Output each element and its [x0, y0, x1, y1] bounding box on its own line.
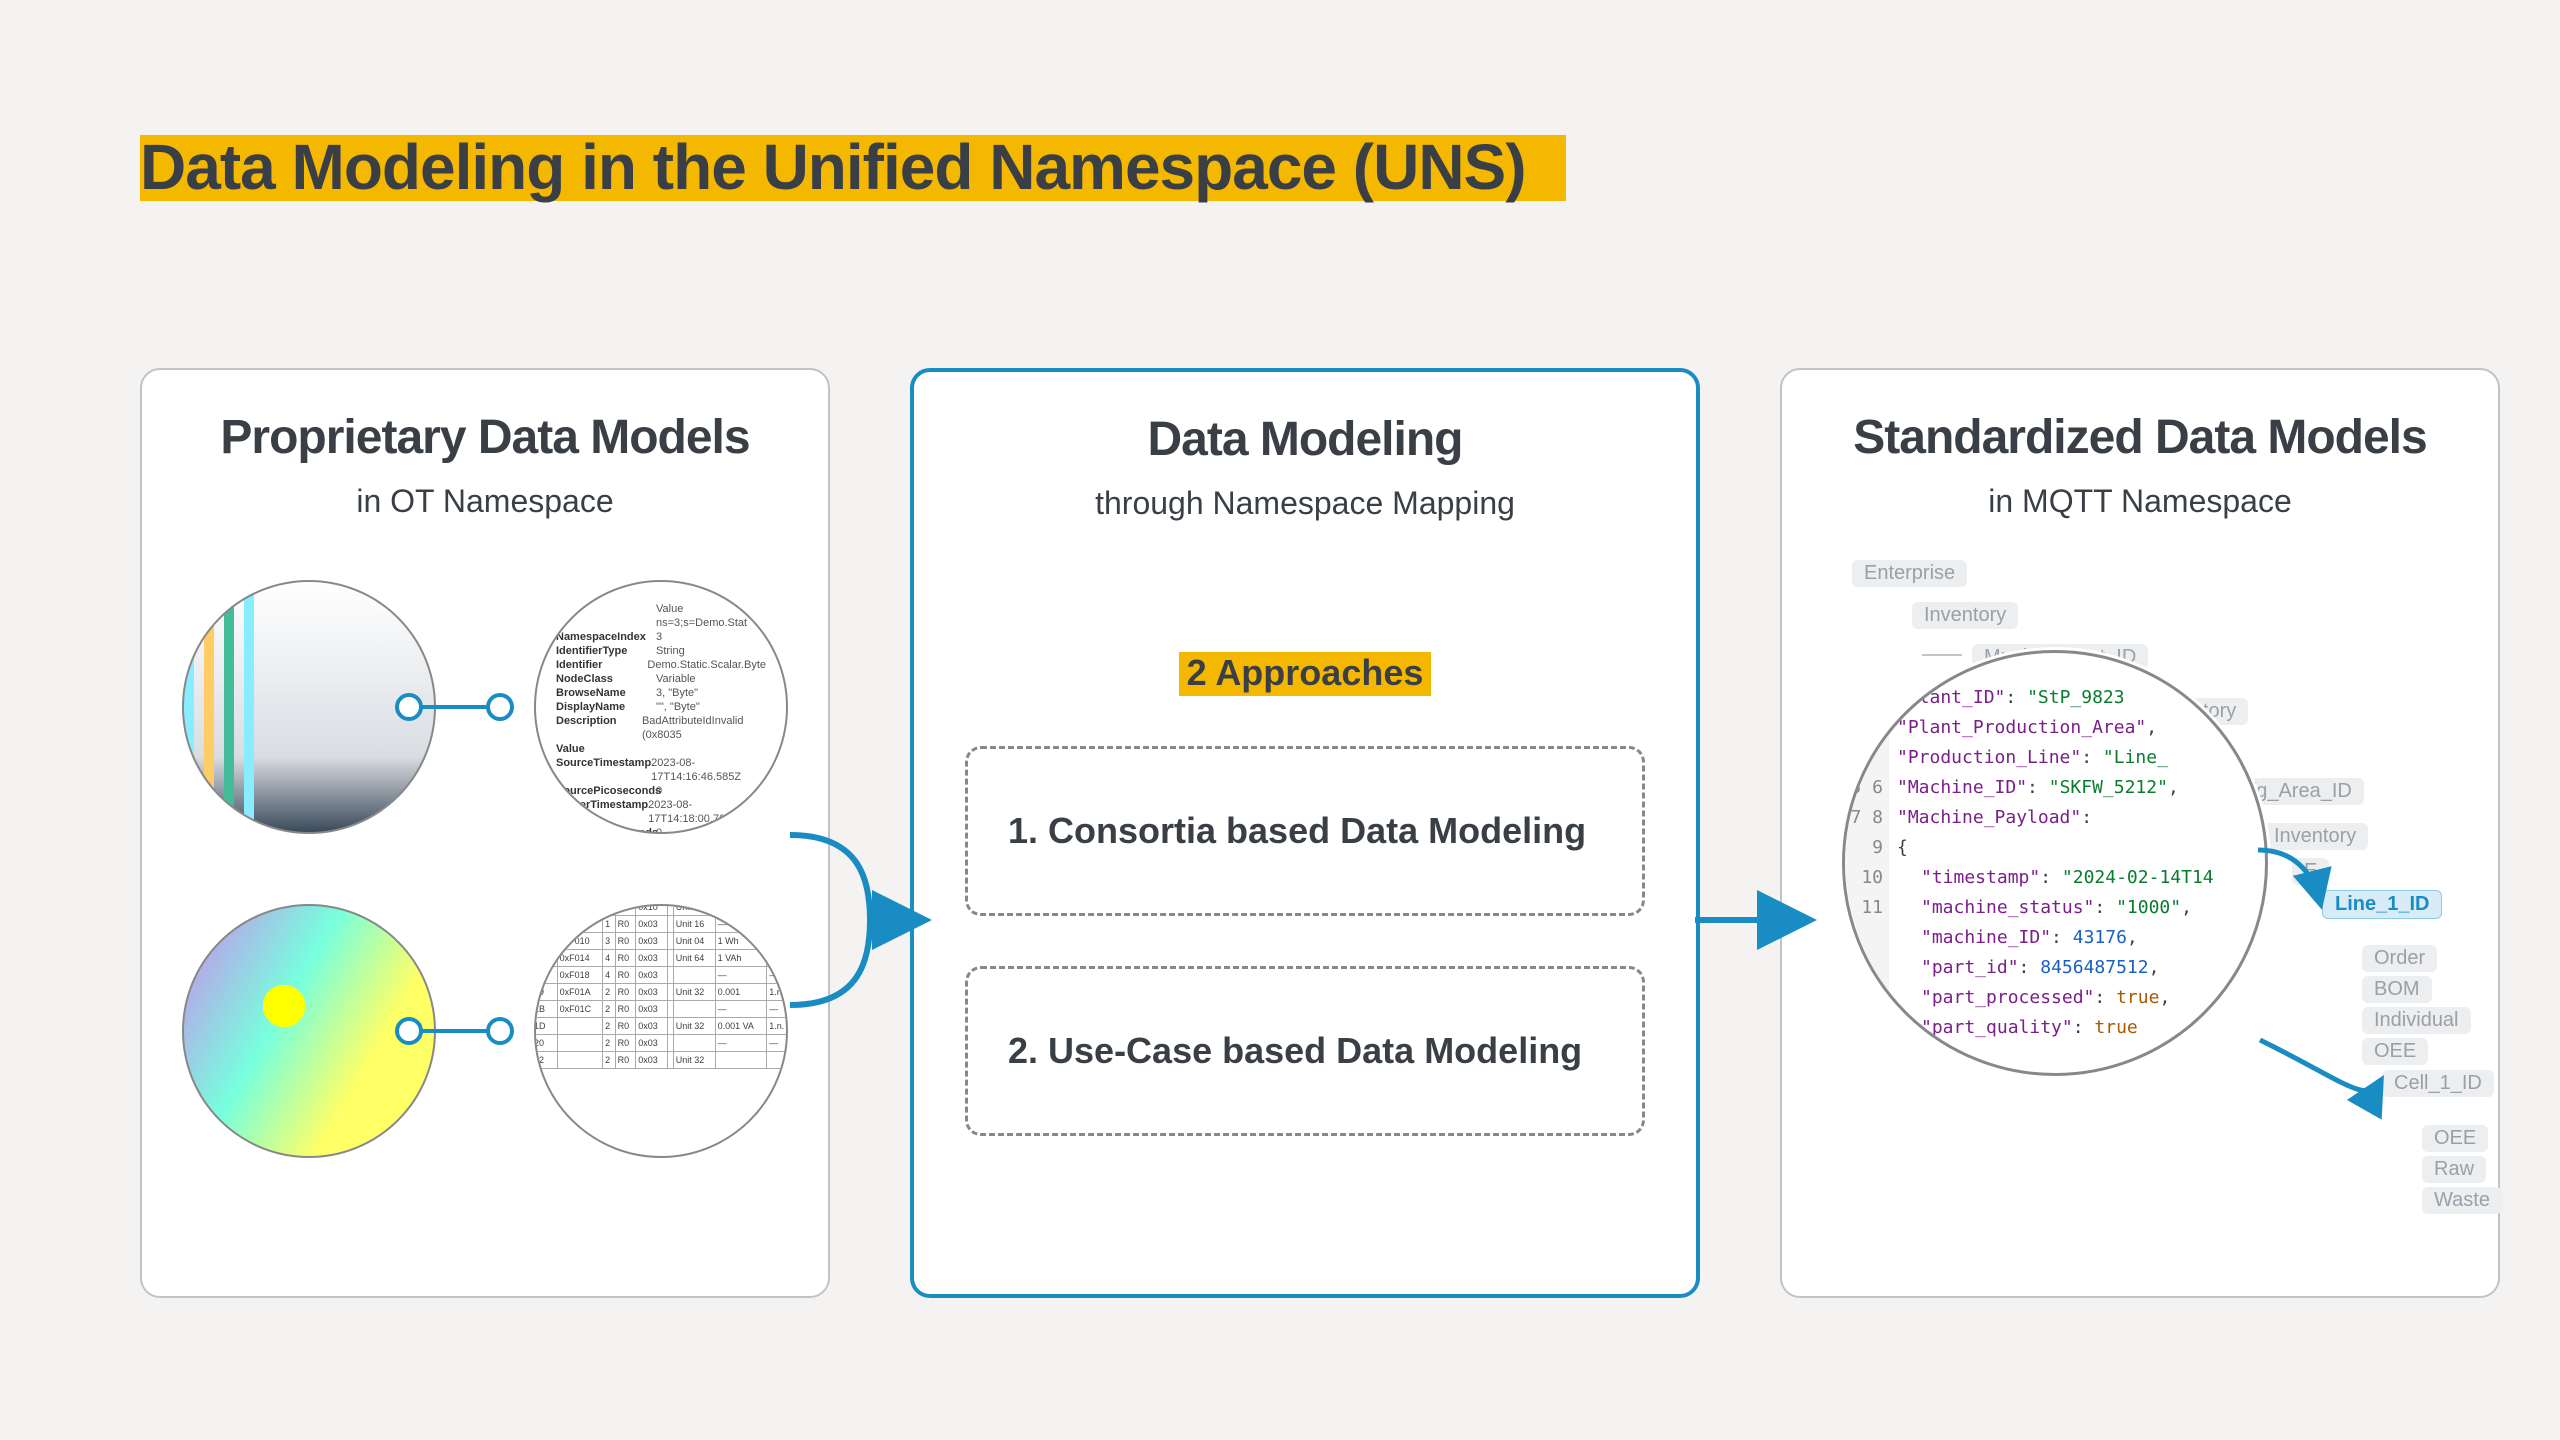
right-heading: Standardized Data Models: [1822, 410, 2458, 465]
panel-standardized: Standardized Data Models in MQTT Namespa…: [1780, 368, 2500, 1298]
connector-icon: [407, 1029, 502, 1033]
json-gutter: 5 6 7 8 9 10 11: [1845, 653, 1889, 1073]
mid-subtitle: through Namespace Mapping: [954, 485, 1656, 522]
approaches-label: 2 Approaches: [1179, 652, 1432, 696]
tree-enterprise: Enterprise: [1852, 560, 1967, 587]
connector-icon: [407, 705, 502, 709]
opcua-attributes-circle: Valuens=3;s=Demo.StatNamespaceIndex3Iden…: [534, 580, 788, 834]
slide-title: Data Modeling in the Unified Namespace (…: [140, 135, 1566, 201]
json-payload-circle: 5 6 7 8 9 10 11 "Plant_ID": "StP_9823"Pl…: [1842, 650, 2268, 1076]
tree-cell: Cell_1_ID: [2382, 1070, 2494, 1097]
tree-inventory3: Inventory: [2262, 823, 2368, 850]
left-heading: Proprietary Data Models: [182, 410, 788, 465]
tree-order: Order: [2362, 945, 2437, 972]
register-table-circle: R00x100xF0074R00x10Unit 64—0xF0090xF0001…: [534, 904, 788, 1158]
left-subtitle: in OT Namespace: [182, 483, 788, 520]
json-code: "Plant_ID": "StP_9823"Plant_Production_A…: [1897, 683, 2214, 1073]
approach-2-box: 2. Use-Case based Data Modeling: [965, 966, 1645, 1136]
tree-e: E: [2292, 858, 2329, 885]
register-table: R00x100xF0074R00x10Unit 64—0xF0090xF0001…: [534, 904, 788, 1069]
panel-proprietary: Proprietary Data Models in OT Namespace …: [140, 368, 830, 1298]
tree-raw: Raw: [2422, 1156, 2486, 1183]
right-inner: Enterprise Inventory Munich_Plant_ID Inv…: [1822, 560, 2458, 1290]
right-subtitle: in MQTT Namespace: [1822, 483, 2458, 520]
tree-line-hl: Line_1_ID: [2322, 890, 2442, 919]
tree-oee2: OEE: [2422, 1125, 2488, 1152]
left-row-2: R00x100xF0074R00x10Unit 64—0xF0090xF0001…: [182, 904, 788, 1158]
tree-individual: Individual: [2362, 1007, 2471, 1034]
tree-bom: BOM: [2362, 976, 2432, 1003]
tree-oee: OEE: [2362, 1038, 2428, 1065]
tree-inventory: Inventory: [1912, 602, 2018, 629]
tree-waste: Waste: [2422, 1187, 2502, 1214]
panel-data-modeling: Data Modeling through Namespace Mapping …: [910, 368, 1700, 1298]
approach-1-box: 1. Consortia based Data Modeling: [965, 746, 1645, 916]
mid-heading: Data Modeling: [954, 412, 1656, 467]
left-row-1: Valuens=3;s=Demo.StatNamespaceIndex3Iden…: [182, 580, 788, 834]
